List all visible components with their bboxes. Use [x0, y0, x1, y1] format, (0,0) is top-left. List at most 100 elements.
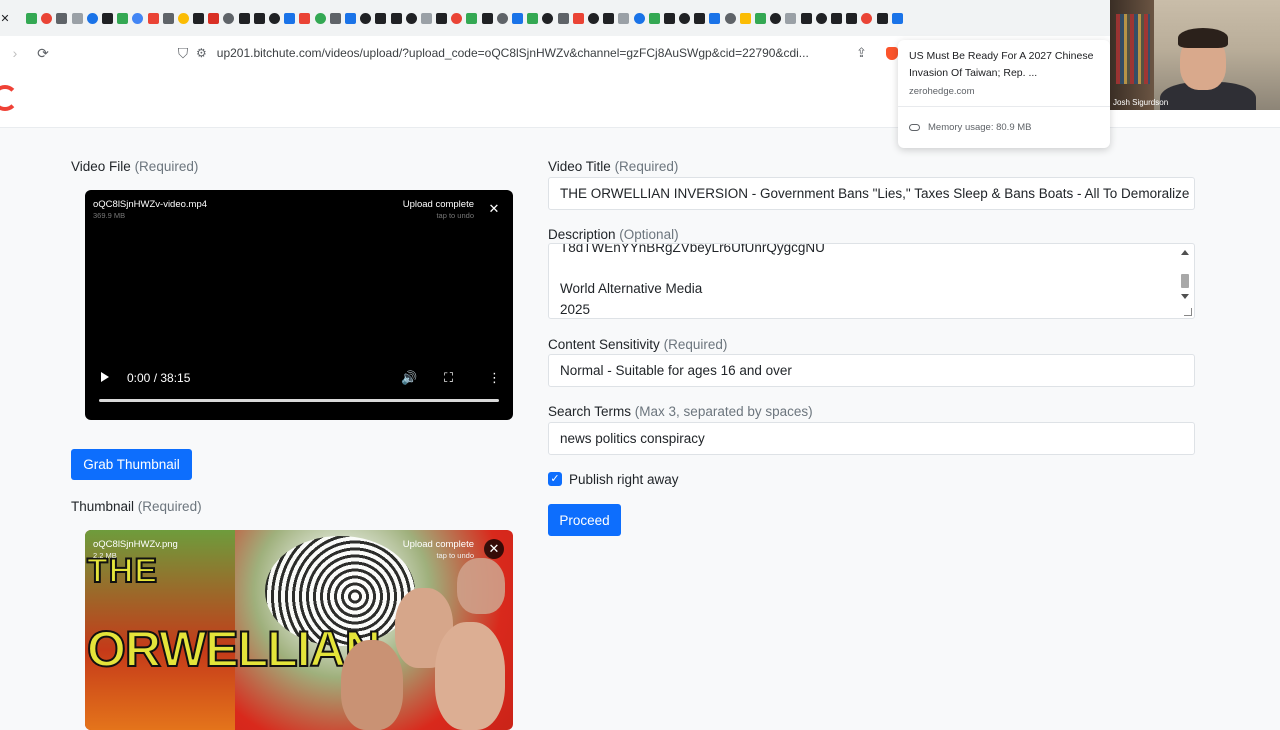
- play-icon[interactable]: [101, 372, 109, 382]
- tab-favicon-icon[interactable]: [360, 12, 372, 24]
- tab-favicon-icon[interactable]: [679, 12, 691, 24]
- tab-favicon-icon[interactable]: [56, 12, 68, 24]
- bitchute-logo[interactable]: [0, 85, 18, 111]
- memory-icon: [909, 124, 920, 131]
- proceed-button[interactable]: Proceed: [548, 504, 621, 536]
- tab-favicon-icon[interactable]: [755, 12, 766, 24]
- tab-favicon-icon[interactable]: [603, 12, 615, 24]
- tab-favicon-icon[interactable]: [269, 12, 280, 24]
- tab-favicon-icon[interactable]: [436, 12, 448, 24]
- thumbnail-required: (Required): [137, 499, 202, 514]
- url-text[interactable]: up201.bitchute.com/videos/upload/?upload…: [217, 46, 827, 60]
- tab-favicon-icon[interactable]: [71, 12, 83, 24]
- hover-card-divider: [898, 106, 1110, 107]
- tab-favicon-icon[interactable]: [572, 12, 584, 24]
- fullscreen-icon[interactable]: ⛶: [444, 370, 453, 386]
- description-label-text: Description: [548, 227, 616, 242]
- tab-favicon-icon[interactable]: [861, 12, 873, 24]
- tab-favicon-icon[interactable]: [208, 12, 220, 24]
- publish-checkbox[interactable]: ✓: [548, 472, 562, 486]
- tab-favicon-icon[interactable]: [314, 12, 326, 24]
- thumbnail-label: Thumbnail (Required): [71, 499, 202, 514]
- tab-favicon-icon[interactable]: [390, 12, 402, 24]
- tab-favicon-icon[interactable]: [147, 12, 159, 24]
- tab-favicon-icon[interactable]: [739, 12, 751, 24]
- tab-favicon-icon[interactable]: [26, 12, 37, 24]
- thumbnail-undo-hint[interactable]: tap to undo: [436, 551, 474, 560]
- tab-favicon-icon[interactable]: [238, 12, 250, 24]
- scroll-thumb[interactable]: [1181, 274, 1189, 288]
- tab-favicon-icon[interactable]: [117, 12, 129, 24]
- tab-favicon-icon[interactable]: [193, 12, 205, 24]
- tab-favicon-icon[interactable]: [542, 12, 554, 24]
- tab-favicon-icon[interactable]: [527, 12, 539, 24]
- description-textarea[interactable]: T8dTWEnYYnBRgZVbeyLr6UfUnrQygcgNU World …: [548, 243, 1195, 319]
- tab-favicon-icon[interactable]: [451, 12, 463, 24]
- tab-favicon-icon[interactable]: [815, 12, 827, 24]
- forward-icon[interactable]: ›: [2, 40, 28, 66]
- search-terms-input[interactable]: news politics conspiracy: [548, 422, 1195, 455]
- hover-card-memory: Memory usage: 80.9 MB: [909, 122, 1032, 133]
- tab-favicon-icon[interactable]: [496, 12, 508, 24]
- tab-favicon-icon[interactable]: [405, 12, 417, 24]
- address-bar[interactable]: ⚙ up201.bitchute.com/videos/upload/?uplo…: [196, 40, 898, 66]
- tab-favicon-icon[interactable]: [512, 12, 523, 24]
- scroll-down-icon[interactable]: [1181, 294, 1189, 299]
- content-sensitivity-select[interactable]: Normal - Suitable for ages 16 and over: [548, 354, 1195, 387]
- tab-favicon-icon[interactable]: [633, 12, 645, 24]
- tab-favicon-icon[interactable]: [329, 12, 341, 24]
- scroll-up-icon[interactable]: [1181, 250, 1189, 255]
- tab-favicon-icon[interactable]: [830, 12, 842, 24]
- tab-favicon-icon[interactable]: [466, 12, 478, 24]
- remove-video-icon[interactable]: ✕: [484, 199, 504, 219]
- tab-favicon-icon[interactable]: [101, 12, 113, 24]
- tab-favicon-icon[interactable]: [587, 12, 599, 24]
- publish-label[interactable]: Publish right away: [569, 472, 679, 487]
- remove-thumbnail-icon[interactable]: ✕: [484, 539, 504, 559]
- tab-favicon-icon[interactable]: [41, 12, 53, 24]
- tab-favicon-icon[interactable]: [299, 12, 311, 24]
- tab-favicon-icon[interactable]: [177, 12, 189, 24]
- tab-favicon-icon[interactable]: [344, 12, 356, 24]
- tab-favicon-icon[interactable]: [709, 12, 721, 24]
- resize-handle-icon[interactable]: [1184, 308, 1192, 316]
- tab-favicon-icon[interactable]: [253, 12, 265, 24]
- tab-favicon-icon[interactable]: [86, 12, 98, 24]
- tab-favicon-icon[interactable]: [162, 12, 174, 24]
- tab-strip: ✕: [0, 0, 1110, 36]
- thumbnail-preview[interactable]: THE ORWELLIAN oQC8lSjnHWZv.png 2.2 MB Up…: [85, 530, 513, 730]
- tab-favicon-icon[interactable]: [876, 12, 888, 24]
- description-scrollbar[interactable]: [1180, 246, 1190, 316]
- reload-icon[interactable]: ⟳: [30, 40, 56, 66]
- video-title-input[interactable]: THE ORWELLIAN INVERSION - Government Ban…: [548, 177, 1195, 210]
- share-icon[interactable]: ⇪: [856, 45, 867, 61]
- memory-usage-text: Memory usage: 80.9 MB: [928, 122, 1032, 133]
- tab-favicon-icon[interactable]: [132, 12, 144, 24]
- video-player[interactable]: oQC8lSjnHWZv-video.mp4 369.9 MB Upload c…: [85, 190, 513, 420]
- tab-favicon-icon[interactable]: [724, 12, 736, 24]
- video-progress-bar[interactable]: [99, 399, 499, 402]
- more-options-icon[interactable]: ⋮: [488, 370, 501, 386]
- bookmark-icon[interactable]: ⛉: [170, 40, 196, 66]
- video-undo-hint[interactable]: tap to undo: [436, 211, 474, 220]
- tab-favicon-icon[interactable]: [800, 12, 812, 24]
- tab-favicon-icon[interactable]: [375, 12, 387, 24]
- close-tab-icon[interactable]: ✕: [0, 12, 10, 25]
- tab-favicon-icon[interactable]: [648, 12, 660, 24]
- volume-icon[interactable]: 🔊: [401, 370, 417, 386]
- tab-favicon-icon[interactable]: [694, 12, 706, 24]
- site-settings-icon[interactable]: ⚙: [196, 46, 207, 60]
- tab-favicon-icon[interactable]: [223, 12, 235, 24]
- grab-thumbnail-button[interactable]: Grab Thumbnail: [71, 449, 192, 480]
- tab-favicon-icon[interactable]: [481, 12, 493, 24]
- tab-favicon-icon[interactable]: [557, 12, 569, 24]
- tab-favicon-icon[interactable]: [420, 12, 432, 24]
- tab-favicon-icon[interactable]: [785, 12, 797, 24]
- tab-favicon-icon[interactable]: [618, 12, 630, 24]
- brave-shield-icon[interactable]: [886, 46, 898, 60]
- tab-favicon-icon[interactable]: [891, 12, 903, 24]
- tab-favicon-icon[interactable]: [663, 12, 675, 24]
- tab-favicon-icon[interactable]: [284, 12, 296, 24]
- tab-favicon-icon[interactable]: [846, 12, 858, 24]
- tab-favicon-icon[interactable]: [770, 12, 782, 24]
